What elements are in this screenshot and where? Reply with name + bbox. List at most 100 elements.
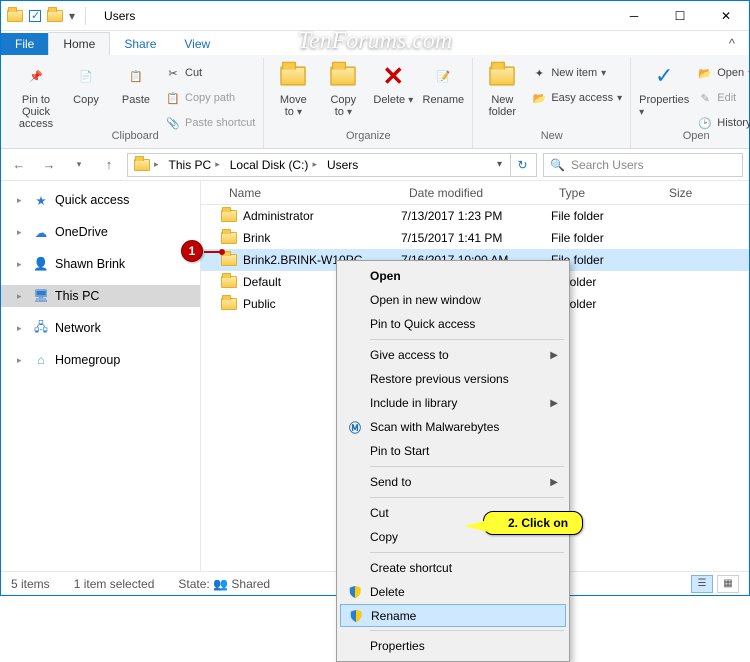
ctx-send-to[interactable]: Send to▶ bbox=[340, 470, 566, 494]
file-type: File folder bbox=[551, 231, 661, 245]
nav-user[interactable]: ▸👤Shawn Brink bbox=[1, 253, 200, 275]
paste-shortcut-button[interactable]: 📎Paste shortcut bbox=[165, 112, 255, 134]
nav-onedrive[interactable]: ▸☁OneDrive bbox=[1, 221, 200, 243]
back-button[interactable]: ← bbox=[7, 153, 31, 177]
ctx-pin-start[interactable]: Pin to Start bbox=[340, 439, 566, 463]
ribbon: 📌Pin to Quick access 📄Copy 📋Paste ✂Cut 📋… bbox=[1, 55, 749, 149]
new-folder-button[interactable]: New folder bbox=[481, 58, 523, 118]
group-label: Clipboard bbox=[112, 128, 159, 142]
address-dropdown[interactable]: ▾ bbox=[491, 159, 508, 170]
file-name: Default bbox=[243, 275, 281, 289]
search-input[interactable]: 🔍 Search Users bbox=[543, 153, 743, 177]
qat-folder-icon[interactable] bbox=[47, 10, 63, 22]
copy-path-button[interactable]: 📋Copy path bbox=[165, 87, 255, 109]
copy-to-button[interactable]: Copy to ▾ bbox=[322, 58, 364, 118]
status-count: 5 items bbox=[11, 577, 50, 591]
malwarebytes-icon: Ⓜ bbox=[346, 418, 364, 436]
ctx-open-new-window[interactable]: Open in new window bbox=[340, 288, 566, 312]
table-row[interactable]: Brink 7/15/2017 1:41 PMFile folder bbox=[201, 227, 749, 249]
cut-button[interactable]: ✂Cut bbox=[165, 62, 255, 84]
forward-button[interactable]: → bbox=[37, 153, 61, 177]
file-name: Brink bbox=[243, 231, 270, 245]
nav-quick-access[interactable]: ▸★Quick access bbox=[1, 189, 200, 211]
breadcrumb-root[interactable]: This PC bbox=[169, 158, 212, 172]
nav-network[interactable]: ▸🖧Network bbox=[1, 317, 200, 339]
context-menu: Open Open in new window Pin to Quick acc… bbox=[336, 260, 570, 662]
group-label: Open bbox=[683, 128, 710, 142]
folder-icon bbox=[221, 298, 237, 310]
tab-file[interactable]: File bbox=[1, 33, 48, 55]
rename-button[interactable]: 📝Rename bbox=[422, 58, 464, 106]
shield-icon bbox=[346, 583, 364, 601]
group-clipboard: 📌Pin to Quick access 📄Copy 📋Paste ✂Cut 📋… bbox=[7, 58, 264, 148]
address-bar[interactable]: ▸ This PC▸ Local Disk (C:)▸ Users ▾ ↻ bbox=[127, 153, 537, 177]
annotation-2: 2. Click on bbox=[483, 511, 583, 535]
tab-view[interactable]: View bbox=[170, 33, 224, 55]
search-icon: 🔍 bbox=[550, 158, 565, 172]
table-row[interactable]: Administrator 7/13/2017 1:23 PMFile folde… bbox=[201, 205, 749, 227]
tab-share[interactable]: Share bbox=[110, 33, 170, 55]
ctx-open[interactable]: Open bbox=[340, 264, 566, 288]
folder-icon bbox=[221, 276, 237, 288]
ctx-rename[interactable]: Rename bbox=[340, 604, 566, 627]
ctx-give-access[interactable]: Give access to▶ bbox=[340, 343, 566, 367]
up-button[interactable]: ↑ bbox=[97, 153, 121, 177]
ribbon-tabs: File Home Share View ^ bbox=[1, 31, 749, 55]
delete-button[interactable]: ✕Delete ▾ bbox=[372, 58, 414, 106]
file-date: 7/13/2017 1:23 PM bbox=[401, 209, 551, 223]
group-label: Organize bbox=[346, 128, 391, 142]
ctx-pin-quick-access[interactable]: Pin to Quick access bbox=[340, 312, 566, 336]
qat-overflow[interactable]: ▾ bbox=[69, 9, 75, 23]
annotation-1-dot bbox=[219, 249, 225, 255]
close-button[interactable]: ✕ bbox=[703, 1, 749, 31]
column-headers[interactable]: Name Date modified Type Size bbox=[201, 181, 749, 205]
nav-homegroup[interactable]: ▸⌂Homegroup bbox=[1, 349, 200, 371]
file-name: Public bbox=[243, 297, 276, 311]
ctx-delete[interactable]: Delete bbox=[340, 580, 566, 604]
minimize-button[interactable]: ─ bbox=[611, 1, 657, 31]
search-placeholder: Search Users bbox=[571, 158, 644, 172]
tab-home[interactable]: Home bbox=[48, 32, 110, 55]
pin-to-quick-access-button[interactable]: 📌Pin to Quick access bbox=[15, 58, 57, 130]
copy-button[interactable]: 📄Copy bbox=[65, 58, 107, 106]
new-item-button[interactable]: ✦New item ▾ bbox=[531, 62, 622, 84]
annotation-1: 1 bbox=[181, 240, 203, 262]
address-row: ← → ▾ ↑ ▸ This PC▸ Local Disk (C:)▸ User… bbox=[1, 149, 749, 181]
folder-icon bbox=[221, 232, 237, 244]
titlebar: ✓ ▾ Users ─ ☐ ✕ bbox=[1, 1, 749, 31]
file-type: File folder bbox=[551, 209, 661, 223]
edit-button[interactable]: ✎Edit bbox=[697, 87, 750, 109]
group-organize: Move to ▾ Copy to ▾ ✕Delete ▾ 📝Rename Or… bbox=[264, 58, 473, 148]
group-new: New folder ✦New item ▾ 📂Easy access ▾ Ne… bbox=[473, 58, 631, 148]
ctx-create-shortcut[interactable]: Create shortcut bbox=[340, 556, 566, 580]
ribbon-collapse[interactable]: ^ bbox=[715, 32, 749, 55]
navigation-pane: ▸★Quick access ▸☁OneDrive ▸👤Shawn Brink … bbox=[1, 181, 201, 571]
view-large-button[interactable]: ▦ bbox=[717, 575, 739, 593]
maximize-button[interactable]: ☐ bbox=[657, 1, 703, 31]
col-date: Date modified bbox=[401, 186, 551, 200]
group-label: New bbox=[541, 128, 563, 142]
status-selected: 1 item selected bbox=[74, 577, 155, 591]
view-details-button[interactable]: ☰ bbox=[691, 575, 713, 593]
file-date: 7/15/2017 1:41 PM bbox=[401, 231, 551, 245]
ctx-properties[interactable]: Properties bbox=[340, 634, 566, 658]
folder-icon bbox=[221, 254, 237, 266]
ctx-include-library[interactable]: Include in library▶ bbox=[340, 391, 566, 415]
status-state: State: 👥 Shared bbox=[178, 577, 270, 591]
open-button[interactable]: 📂Open ▾ bbox=[697, 62, 750, 84]
nav-this-pc[interactable]: ▸🖥This PC bbox=[1, 285, 200, 307]
paste-button[interactable]: 📋Paste bbox=[115, 58, 157, 106]
move-to-button[interactable]: Move to ▾ bbox=[272, 58, 314, 118]
file-name: Administrator bbox=[243, 209, 314, 223]
breadcrumb-drive[interactable]: Local Disk (C:) bbox=[230, 158, 309, 172]
recent-button[interactable]: ▾ bbox=[67, 153, 91, 177]
easy-access-button[interactable]: 📂Easy access ▾ bbox=[531, 87, 622, 109]
folder-icon bbox=[134, 159, 150, 171]
properties-button[interactable]: ✓Properties ▾ bbox=[639, 58, 689, 118]
ctx-scan-malwarebytes[interactable]: ⓂScan with Malwarebytes bbox=[340, 415, 566, 439]
col-size: Size bbox=[661, 186, 721, 200]
qat-checkbox-icon[interactable]: ✓ bbox=[29, 10, 41, 22]
breadcrumb-folder[interactable]: Users bbox=[327, 158, 358, 172]
refresh-button[interactable]: ↻ bbox=[510, 153, 534, 177]
ctx-restore-previous[interactable]: Restore previous versions bbox=[340, 367, 566, 391]
